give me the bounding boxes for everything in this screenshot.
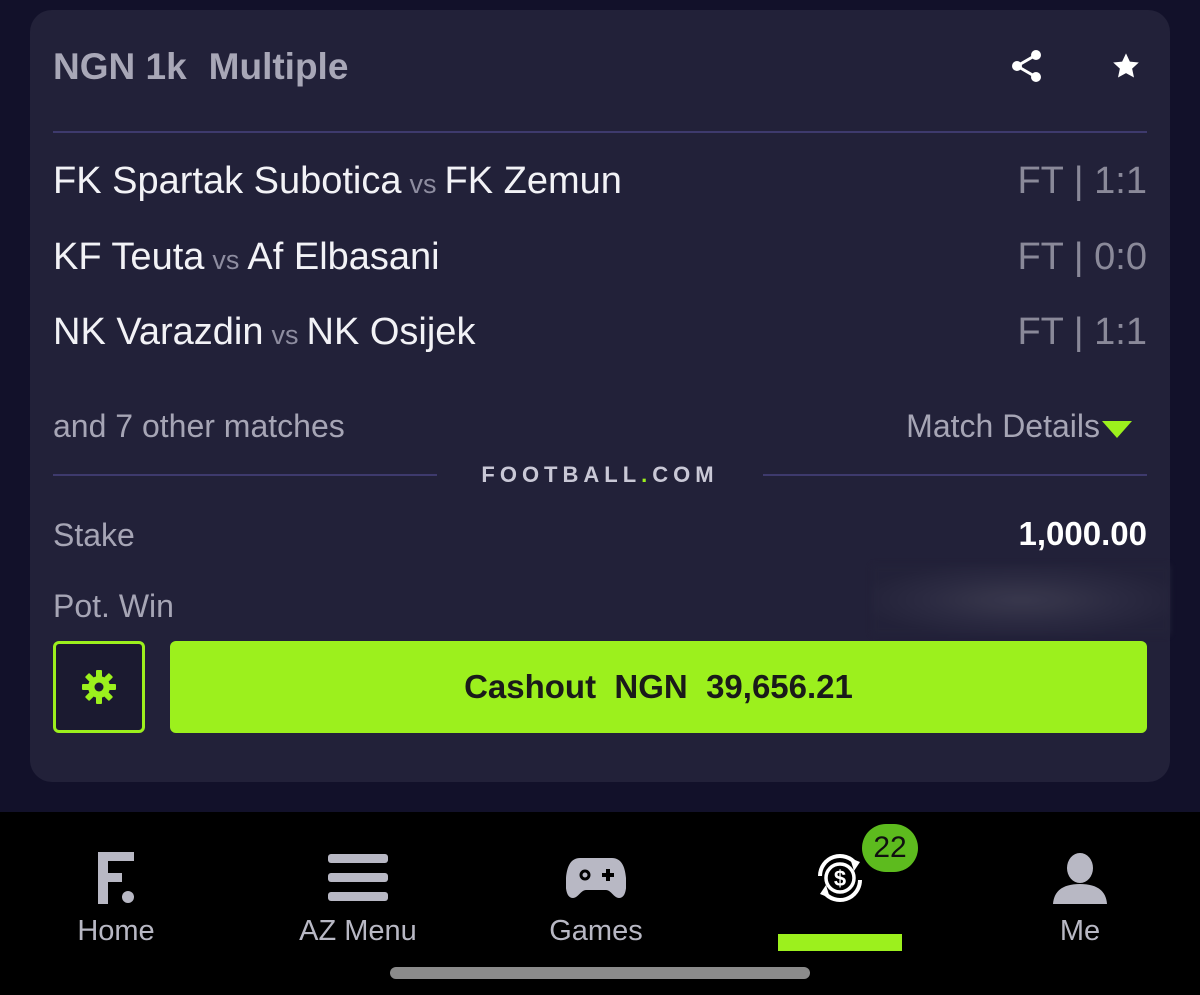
other-matches-text: and 7 other matches: [53, 408, 345, 444]
away-team: NK Osijek: [306, 311, 476, 353]
nav-item-home[interactable]: Home: [0, 812, 236, 995]
match-row: FK Spartak Subotica vs FK Zemun FT | 1:1: [53, 160, 1147, 208]
match-row: NK Varazdin vs NK Osijek FT | 1:1: [53, 311, 1147, 359]
vs-label: vs: [271, 320, 299, 350]
open-bets-badge: 22: [862, 824, 918, 872]
home-team: KF Teuta: [53, 236, 205, 278]
header-divider: [53, 131, 1147, 133]
match-details-link[interactable]: Match Details: [906, 408, 1100, 445]
bet-type: Multiple: [208, 46, 349, 87]
pot-win-redacted: [872, 565, 1170, 635]
football-com-logo: FOOTBALL.COM: [481, 462, 719, 487]
nav-item-me[interactable]: Me: [960, 812, 1200, 995]
nav-label: Games: [549, 915, 643, 947]
gear-icon: [82, 670, 116, 704]
bet-title: NGN 1k Multiple: [53, 46, 370, 88]
user-icon: [1053, 853, 1107, 904]
football-logo-icon: [98, 852, 134, 904]
cashout-icon: $: [818, 854, 862, 902]
match-row: KF Teuta vs Af Elbasani FT | 0:0: [53, 236, 1147, 284]
stake-value: 1,000.00: [1018, 515, 1147, 552]
nav-label: Home: [77, 915, 155, 947]
star-icon[interactable]: [1110, 50, 1142, 82]
stake-label: Stake: [53, 517, 135, 553]
nav-label: AZ Menu: [299, 915, 417, 947]
home-team: FK Spartak Subotica: [53, 160, 402, 202]
vs-label: vs: [409, 169, 437, 199]
home-team: NK Varazdin: [53, 311, 264, 353]
screen: NGN 1k Multiple FK Spartak Subotica vs FK Z…: [0, 0, 1200, 995]
cashout-button[interactable]: Cashout NGN 39,656.21: [170, 641, 1147, 733]
vs-label: vs: [212, 245, 240, 275]
caret-down-icon[interactable]: [1100, 418, 1134, 440]
svg-text:$: $: [834, 866, 846, 891]
away-team: Af Elbasani: [247, 236, 440, 278]
active-tab-indicator: [778, 934, 902, 951]
menu-icon: [328, 854, 388, 901]
gamepad-icon: [566, 858, 626, 898]
bet-amount: NGN 1k: [53, 46, 187, 87]
nav-label: Me: [1059, 915, 1101, 947]
match-result: FT | 1:1: [1017, 311, 1147, 353]
away-team: FK Zemun: [444, 160, 622, 202]
match-result: FT | 1:1: [1017, 160, 1147, 202]
pot-win-label: Pot. Win: [53, 588, 174, 624]
bet-card[interactable]: NGN 1k Multiple FK Spartak Subotica vs FK Z…: [30, 10, 1170, 782]
brand-divider-left: [53, 474, 437, 476]
home-indicator-bar[interactable]: [390, 967, 810, 979]
match-result: FT | 0:0: [1017, 236, 1147, 278]
share-icon[interactable]: [1008, 48, 1044, 84]
brand-divider-right: [763, 474, 1147, 476]
cashout-settings-button[interactable]: [53, 641, 145, 733]
